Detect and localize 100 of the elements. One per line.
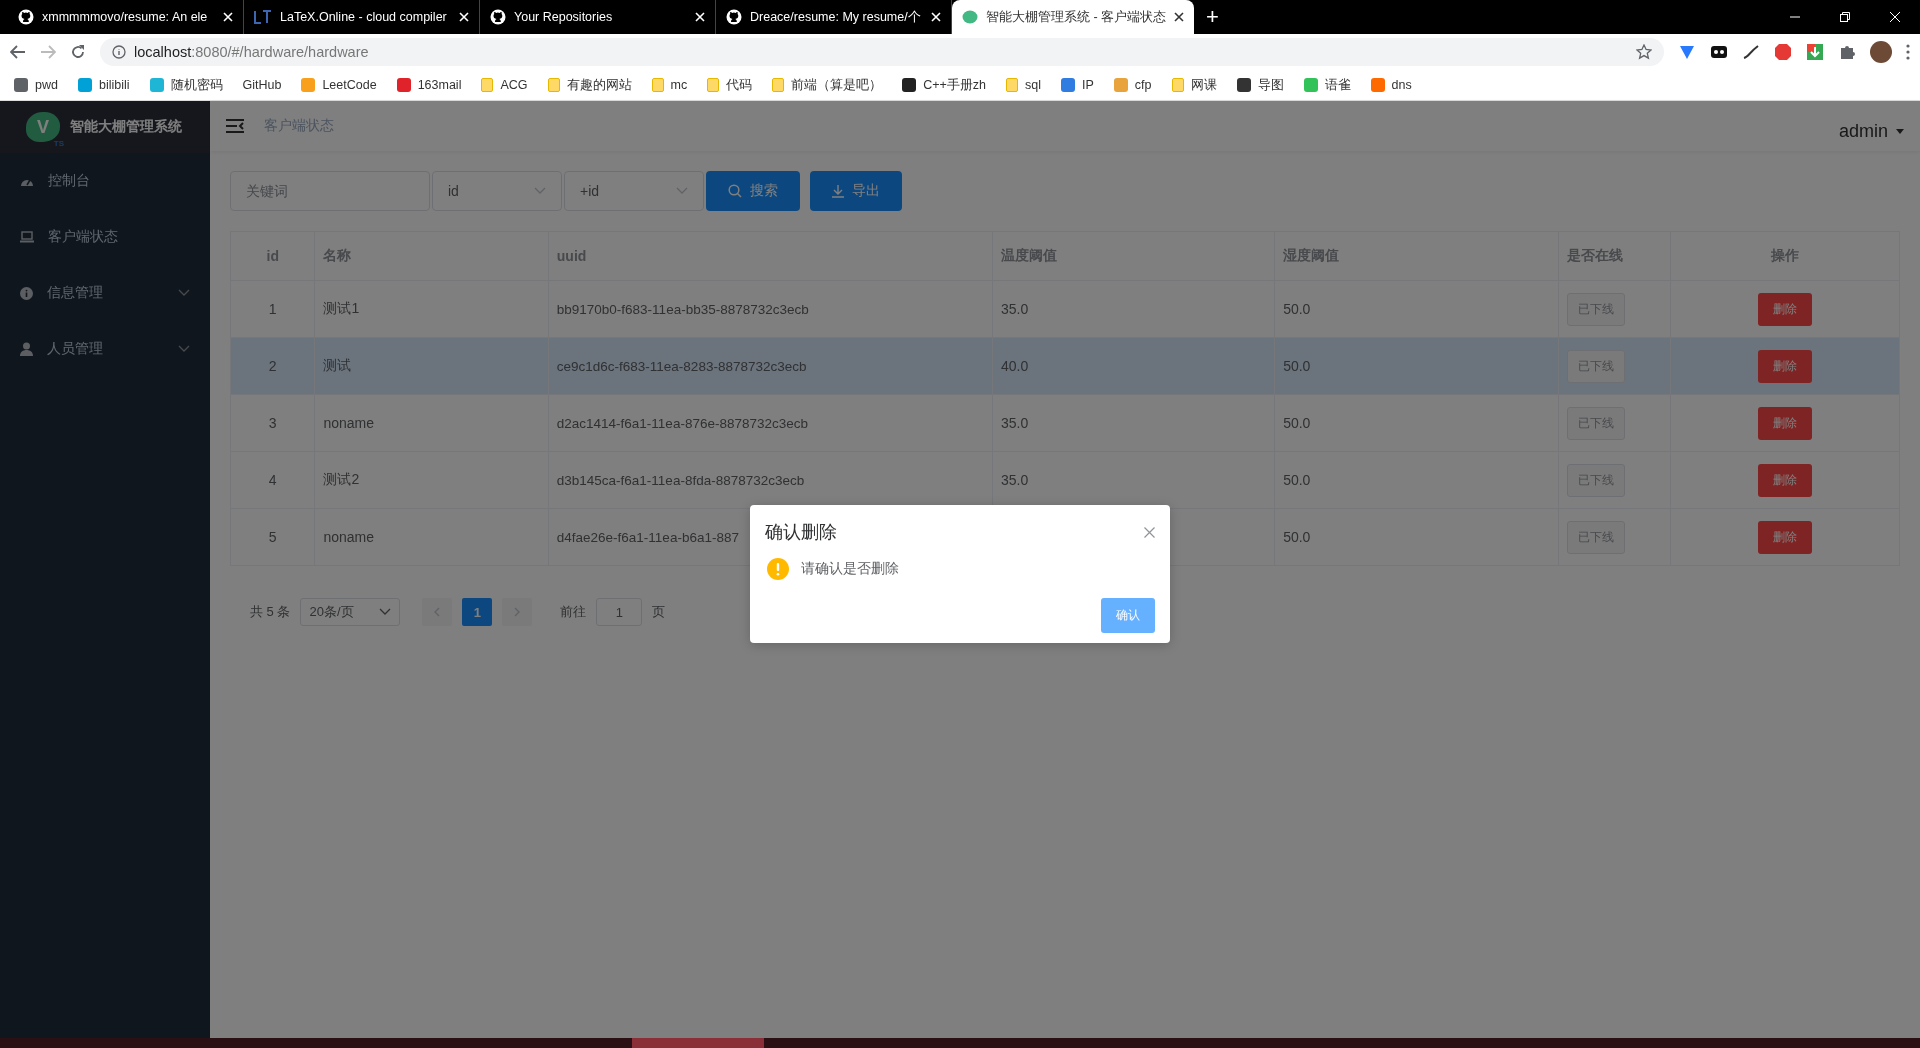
close-icon[interactable] [1174, 12, 1185, 22]
delete-button[interactable]: 删除 [1757, 520, 1812, 554]
address-bar[interactable]: localhost:8080/#/hardware/hardware [100, 38, 1664, 66]
bookmark[interactable]: 前端（算是吧） [772, 76, 883, 94]
delete-button[interactable]: 删除 [1757, 463, 1812, 497]
table-cell: 5 [230, 508, 315, 566]
warning-icon [767, 558, 789, 580]
github-icon [490, 9, 506, 25]
sidebar-item[interactable]: 人员管理 [0, 321, 210, 377]
latex-logo-icon [254, 10, 272, 24]
delete-button[interactable]: 删除 [1757, 406, 1812, 440]
table-cell: 50.0 [1274, 451, 1559, 509]
table-cell: bb9170b0-f683-11ea-bb35-8878732c3ecb [548, 280, 993, 338]
bookmark[interactable]: ACG [481, 78, 528, 92]
field-select[interactable]: id [432, 171, 562, 211]
restore-icon[interactable] [1840, 12, 1850, 22]
folder-icon [707, 78, 720, 92]
table-cell: 50.0 [1274, 394, 1559, 452]
bookmark[interactable]: cfp [1113, 78, 1152, 92]
chevron-left-icon [434, 607, 441, 617]
back-icon[interactable] [10, 45, 26, 59]
table-cell: noname [314, 394, 549, 452]
person-icon [20, 342, 33, 356]
bookmark[interactable]: IP [1061, 78, 1094, 92]
chevron-down-icon [534, 187, 546, 195]
extension-icon[interactable] [1710, 43, 1728, 61]
confirm-button[interactable]: 确认 [1101, 598, 1155, 633]
info-icon [20, 286, 33, 300]
info-icon [112, 45, 126, 59]
table-cell: 35.0 [992, 394, 1275, 452]
goto-label: 前往 [560, 603, 587, 621]
table-cell: ce9c1d6c-f683-11ea-8283-8878732c3ecb [548, 337, 993, 395]
puzzle-icon[interactable] [1838, 43, 1856, 61]
url-text: localhost:8080/#/hardware/hardware [134, 44, 369, 60]
page-unit-label: 页 [652, 603, 666, 621]
page-size-select[interactable]: 20条/页 [300, 598, 401, 626]
bookmark[interactable]: C++手册zh [902, 76, 987, 94]
star-icon[interactable] [1636, 44, 1652, 60]
table-cell: d2ac1414-f6a1-11ea-876e-8878732c3ecb [548, 394, 993, 452]
bookmark[interactable]: mc [651, 78, 688, 92]
table-cell: 50.0 [1274, 280, 1559, 338]
bookmark[interactable]: 有趣的网站 [547, 76, 632, 94]
bookmark[interactable]: LeetCode [301, 78, 377, 92]
adblock-icon[interactable] [1774, 43, 1792, 61]
bookmark[interactable]: pwd [14, 78, 58, 92]
dialog-title: 确认删除 [765, 521, 837, 544]
delete-button[interactable]: 删除 [1757, 349, 1812, 383]
bookmark[interactable]: 代码 [707, 76, 753, 94]
menu-toggle-icon[interactable] [226, 119, 244, 133]
sidebar-item[interactable]: 控制台 [0, 153, 210, 209]
table-cell: 2 [230, 337, 315, 395]
bookmark[interactable]: 网课 [1171, 76, 1217, 94]
app-logo-icon [962, 9, 978, 25]
table-cell: 1 [230, 280, 315, 338]
github-icon [18, 9, 34, 25]
new-tab-button[interactable]: + [1194, 4, 1231, 30]
export-button[interactable]: 导出 [810, 171, 902, 211]
avatar-icon[interactable] [1870, 41, 1892, 63]
extension-icon[interactable] [1742, 43, 1760, 61]
chevron-down-icon [178, 345, 190, 353]
folder-icon [547, 78, 560, 92]
page-button[interactable]: 1 [462, 598, 493, 626]
table-cell: 40.0 [992, 337, 1275, 395]
menu-icon[interactable] [1906, 44, 1910, 60]
bookmark[interactable]: GitHub [242, 78, 282, 92]
bookmark[interactable]: 随机密码 [149, 76, 223, 94]
table-cell: 4 [230, 451, 315, 509]
caret-icon [1896, 128, 1904, 134]
table-cell: 50.0 [1274, 508, 1559, 566]
folder-icon [772, 78, 785, 92]
user-menu[interactable]: admin [1838, 120, 1904, 142]
delete-button[interactable]: 删除 [1757, 292, 1812, 326]
table-cell: 50.0 [1274, 337, 1559, 395]
sort-select[interactable]: +id [564, 171, 704, 211]
github-icon [726, 9, 742, 25]
search-button[interactable]: 搜索 [706, 171, 800, 211]
table-cell: 测试1 [314, 280, 549, 338]
bookmark[interactable]: 163mail [396, 78, 462, 92]
table-cell: 测试2 [314, 451, 549, 509]
search-icon [728, 184, 742, 198]
folder-icon [651, 78, 664, 92]
reload-icon[interactable] [70, 44, 86, 60]
bookmark[interactable]: 导图 [1236, 76, 1284, 94]
folder-icon [1171, 78, 1184, 92]
bookmark[interactable]: bilibili [77, 78, 130, 92]
monitor-icon [20, 231, 34, 243]
sidebar-item[interactable]: 客户端状态 [0, 209, 210, 265]
folder-icon [1006, 78, 1019, 92]
sidebar-item[interactable]: 信息管理 [0, 265, 210, 321]
table-cell: noname [314, 508, 549, 566]
page-number-field[interactable]: 1 [596, 598, 643, 626]
chevron-down-icon [379, 608, 392, 616]
bookmark[interactable]: sql [1006, 78, 1041, 92]
chevron-down-icon [178, 289, 190, 297]
total-count: 共 5 条 [250, 603, 291, 621]
bookmark[interactable]: 语雀 [1303, 76, 1351, 94]
browser-tab[interactable]: 智能大棚管理系统 - 客户端状态 [952, 0, 1195, 34]
table-cell: 3 [230, 394, 315, 452]
bookmark[interactable]: dns [1370, 78, 1412, 92]
folder-icon [481, 78, 494, 92]
